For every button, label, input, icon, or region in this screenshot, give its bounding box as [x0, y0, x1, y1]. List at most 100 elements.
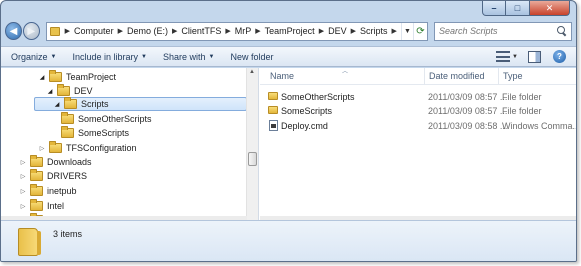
expanded-arrow-icon[interactable]: ◢ [53, 101, 61, 108]
tree-item-label: DEV [74, 86, 93, 96]
caption-buttons: – □ ✕ [482, 1, 570, 16]
column-header-name[interactable]: Name [270, 71, 294, 81]
breadcrumb-separator[interactable]: ▶ [390, 27, 399, 35]
file-name: SomeOtherScripts [281, 91, 355, 102]
search-icon[interactable] [556, 26, 567, 36]
new-folder-button[interactable]: New folder [230, 52, 273, 62]
collapsed-arrow-icon[interactable]: ▷ [19, 203, 27, 210]
breadcrumb-separator[interactable]: ▶ [317, 27, 326, 35]
folder-icon [49, 70, 62, 82]
file-date: 2011/03/09 08:57 ... [428, 91, 508, 102]
tree-item-label: TeamProject [66, 72, 117, 82]
back-button[interactable]: ◀ [5, 22, 22, 40]
breadcrumb-separator[interactable]: ▶ [349, 27, 358, 35]
folder-icon [61, 126, 74, 138]
column-header-type[interactable]: Type [503, 71, 523, 81]
breadcrumb-clienttfs[interactable]: ClientTFS [179, 26, 223, 36]
tree-item-intel[interactable]: ▷ Intel [19, 199, 64, 213]
file-name: SomeScripts [281, 105, 333, 116]
breadcrumb-separator[interactable]: ▶ [170, 27, 179, 35]
collapsed-arrow-icon[interactable]: ▷ [19, 188, 27, 195]
tree-item-label: Intel [47, 201, 65, 211]
close-button[interactable]: ✕ [530, 1, 570, 16]
tree-item-somescripts[interactable]: SomeScripts [61, 126, 129, 140]
folder-icon [18, 228, 41, 256]
tree-item-drivers[interactable]: ▷ DRIVERS [19, 169, 87, 183]
share-with-menu[interactable]: Share with ▼ [163, 52, 214, 62]
share-with-label: Share with [162, 51, 206, 62]
folder-icon [30, 184, 43, 196]
scroll-up-icon[interactable]: ▲ [249, 69, 255, 75]
collapsed-arrow-icon[interactable]: ▷ [19, 159, 27, 166]
change-view-icon[interactable] [496, 51, 511, 62]
breadcrumb-separator[interactable]: ▶ [223, 27, 232, 35]
breadcrumb-mrp[interactable]: MrP [233, 26, 254, 36]
explorer-window: – □ ✕ ◀ ▶ ▶ Computer ▶ Demo (E:) ▶ Clien… [0, 0, 577, 262]
breadcrumb-separator[interactable]: ▶ [116, 27, 125, 35]
forward-button[interactable]: ▶ [22, 22, 40, 40]
tree-item-teamproject[interactable]: ◢ TeamProject [38, 70, 116, 84]
refresh-icon[interactable]: ⟳ [412, 22, 427, 40]
item-count: 3 items [53, 229, 83, 239]
breadcrumb-drive[interactable]: Demo (E:) [125, 26, 170, 36]
tree-item-label: SomeScripts [78, 128, 130, 138]
tree-item-label: TFSConfiguration [66, 143, 137, 153]
tree-item-scripts[interactable]: ◢ Scripts [34, 97, 247, 111]
chevron-down-icon: ▼ [208, 53, 215, 60]
collapsed-arrow-icon[interactable]: ▷ [38, 145, 46, 152]
expanded-arrow-icon[interactable]: ◢ [38, 74, 46, 81]
minimize-button[interactable]: – [482, 1, 506, 16]
tree-item-downloads[interactable]: ▷ Downloads [19, 155, 92, 169]
folder-icon [268, 106, 278, 114]
help-icon[interactable]: ? [553, 50, 566, 63]
file-type: Windows Comma... [502, 120, 576, 131]
file-row-someotherscripts[interactable]: SomeOtherScripts 2011/03/09 08:57 ... Fi… [268, 90, 576, 103]
breadcrumb-separator[interactable]: ▶ [253, 27, 262, 35]
file-row-somescripts[interactable]: SomeScripts 2011/03/09 08:57 ... File fo… [268, 104, 576, 117]
command-bar: Organize ▼ Include in library ▼ Share with… [1, 46, 576, 67]
address-controls: ▼ ⟳ [400, 22, 427, 40]
view-controls: ▼ ? [496, 50, 576, 63]
breadcrumb-separator[interactable]: ▶ [63, 27, 72, 35]
breadcrumb-teamproject[interactable]: TeamProject [263, 26, 317, 36]
column-divider[interactable] [424, 68, 425, 85]
chevron-down-icon[interactable]: ▼ [512, 54, 518, 60]
search-box[interactable] [433, 21, 572, 41]
preview-pane-icon[interactable] [528, 50, 541, 63]
file-list-pane[interactable]: ︿ Name Date modified Type SomeOtherScrip… [260, 68, 576, 220]
include-in-library-menu[interactable]: Include in library ▼ [72, 52, 146, 62]
search-input[interactable] [438, 26, 557, 36]
chevron-down-icon: ▼ [50, 53, 57, 60]
maximize-button[interactable]: □ [506, 1, 530, 16]
address-bar[interactable]: ▶ Computer ▶ Demo (E:) ▶ ClientTFS ▶ MrP… [45, 21, 428, 41]
breadcrumb-computer[interactable]: Computer [72, 26, 116, 36]
file-type: File folder [502, 105, 542, 116]
organize-menu[interactable]: Organize ▼ [11, 52, 56, 62]
address-row: ◀ ▶ ▶ Computer ▶ Demo (E:) ▶ ClientTFS ▶… [5, 20, 572, 42]
file-row-deploy-cmd[interactable]: Deploy.cmd 2011/03/09 08:58 ... Windows … [268, 119, 576, 132]
back-arrow-icon: ◀ [9, 25, 18, 37]
expanded-arrow-icon[interactable]: ◢ [46, 88, 54, 95]
breadcrumb-scripts[interactable]: Scripts [358, 26, 390, 36]
breadcrumb-dev[interactable]: DEV [326, 26, 349, 36]
tree-item-dev[interactable]: ◢ DEV [46, 84, 93, 98]
organize-label: Organize [11, 51, 48, 62]
nav-scroll-thumb[interactable] [248, 152, 257, 166]
content-area: ◢ TeamProject ◢ DEV ◢ Scripts SomeOtherS… [1, 68, 576, 220]
column-header-row: ︿ Name Date modified Type [260, 68, 576, 85]
folder-icon [49, 26, 60, 36]
column-header-date-modified[interactable]: Date modified [429, 71, 485, 81]
nav-vertical-scrollbar[interactable]: ▲ [246, 68, 258, 220]
file-name: Deploy.cmd [281, 120, 328, 131]
folder-icon [30, 155, 43, 167]
tree-item-label: Downloads [47, 157, 92, 167]
tree-item-inetpub[interactable]: ▷ inetpub [19, 184, 77, 198]
history-dropdown-icon[interactable]: ▼ [400, 22, 413, 40]
sort-caret-icon: ︿ [342, 69, 349, 75]
column-divider[interactable] [498, 68, 499, 85]
navigation-pane[interactable]: ◢ TeamProject ◢ DEV ◢ Scripts SomeOtherS… [1, 68, 259, 220]
collapsed-arrow-icon[interactable]: ▷ [19, 173, 27, 180]
tree-item-someotherscripts[interactable]: SomeOtherScripts [61, 112, 152, 126]
tree-item-tfsconfiguration[interactable]: ▷ TFSConfiguration [38, 141, 137, 155]
folder-icon [57, 84, 70, 96]
